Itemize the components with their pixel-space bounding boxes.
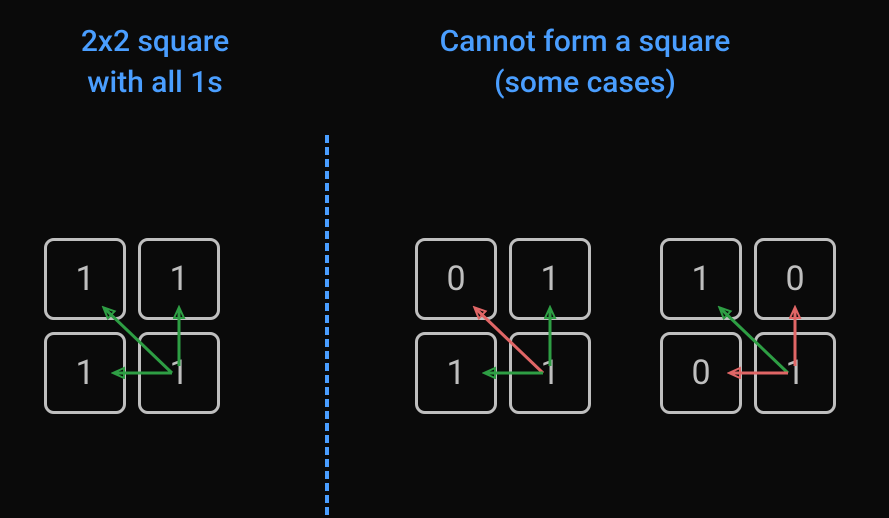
cell-tl: 1: [44, 238, 126, 320]
heading-right: Cannot form a square (some cases): [370, 22, 800, 103]
cell-bl: 1: [415, 332, 497, 414]
cell-tl: 0: [415, 238, 497, 320]
cell-tl: 1: [660, 238, 742, 320]
grid-all-ones: 1 1 1 1: [44, 238, 234, 428]
heading-right-line1: Cannot form a square: [370, 22, 800, 63]
section-divider: [325, 135, 329, 515]
grid-zero-tl: 0 1 1 1: [415, 238, 605, 428]
cell-br: 1: [138, 332, 220, 414]
heading-left-line1: 2x2 square: [25, 22, 285, 63]
heading-left: 2x2 square with all 1s: [25, 22, 285, 103]
cell-tr: 0: [754, 238, 836, 320]
cell-br: 1: [509, 332, 591, 414]
cell-br: 1: [754, 332, 836, 414]
cell-bl: 0: [660, 332, 742, 414]
heading-right-line2: (some cases): [370, 63, 800, 104]
cell-tr: 1: [509, 238, 591, 320]
heading-left-line2: with all 1s: [25, 63, 285, 104]
cell-bl: 1: [44, 332, 126, 414]
grid-zeros-tr-bl: 1 0 0 1: [660, 238, 850, 428]
cell-tr: 1: [138, 238, 220, 320]
